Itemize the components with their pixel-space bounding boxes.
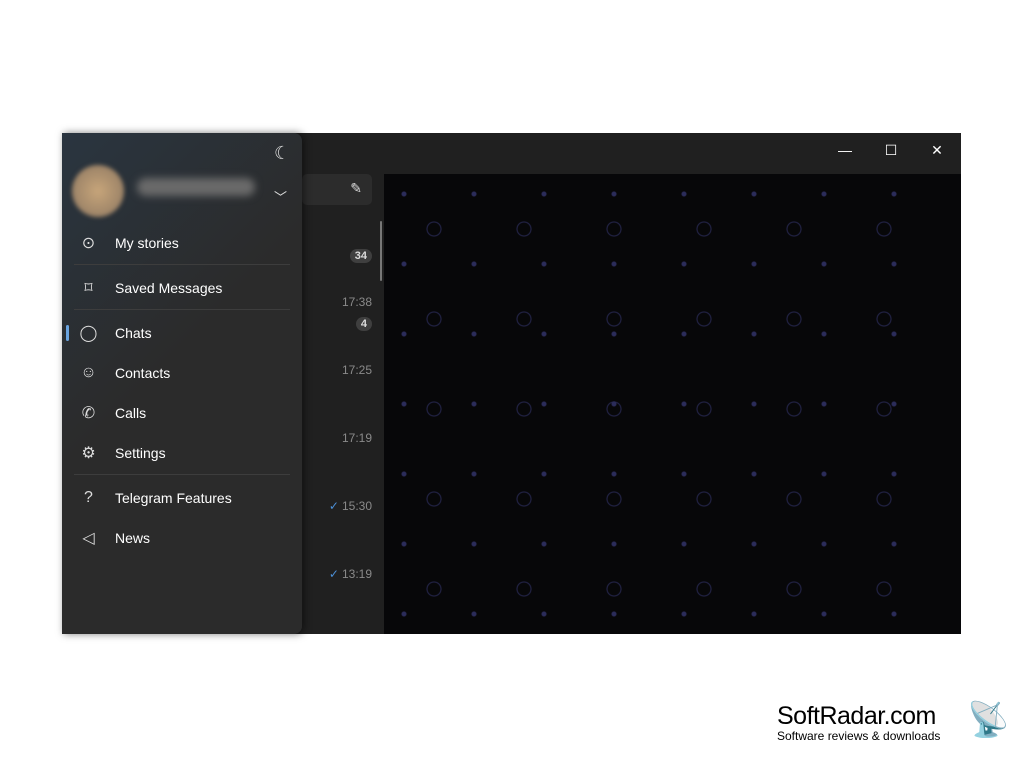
menu-item-chats[interactable]: ◯ Chats <box>62 313 302 353</box>
gear-icon: ⚙ <box>81 445 96 462</box>
divider <box>74 264 290 265</box>
account-name-blurred <box>137 178 255 196</box>
menu-item-label: Chats <box>115 325 152 341</box>
menu-item-calls[interactable]: ✆ Calls <box>62 393 302 433</box>
menu-item-label: Saved Messages <box>115 280 223 296</box>
menu-item-telegram-features[interactable]: ? Telegram Features <box>62 478 302 518</box>
contacts-icon: ☺ <box>80 364 97 381</box>
chevron-down-icon[interactable]: ﹀ <box>274 187 287 206</box>
minimize-button[interactable]: — <box>822 133 868 167</box>
phone-icon: ✆ <box>81 405 96 422</box>
unread-badge: 34 <box>349 249 372 263</box>
divider <box>74 309 290 310</box>
chat-background <box>384 174 961 634</box>
divider <box>74 474 290 475</box>
softradar-watermark: SoftRadar.com Software reviews & downloa… <box>777 701 1009 743</box>
unread-badge: 4 <box>355 317 372 331</box>
chats-icon: ◯ <box>79 325 98 342</box>
menu-item-my-stories[interactable]: ⊙ My stories <box>62 223 302 263</box>
megaphone-icon: ◁ <box>82 530 95 547</box>
menu-item-label: News <box>115 530 151 546</box>
menu-item-saved-messages[interactable]: ⌑ Saved Messages <box>62 268 302 308</box>
menu-item-label: My stories <box>115 235 179 251</box>
menu-item-settings[interactable]: ⚙ Settings <box>62 433 302 473</box>
read-check-icon: ✓ <box>328 499 339 513</box>
watermark-tagline: Software reviews & downloads <box>777 729 941 743</box>
chat-time-read: ✓ 15:30 <box>329 499 372 513</box>
menu-item-label: Calls <box>115 405 147 421</box>
menu-item-label: Settings <box>115 445 166 461</box>
side-menu: ☾ ﹀ ⊙ My stories ⌑ Saved Messages ◯ Chats ☺ Con… <box>62 133 302 634</box>
close-button[interactable]: ✕ <box>914 133 960 167</box>
menu-item-label: Contacts <box>115 365 171 381</box>
satellite-dish-icon: 📡 <box>967 701 1010 739</box>
maximize-button[interactable]: ☐ <box>868 133 914 167</box>
chat-time: 17:38 <box>341 295 372 309</box>
help-icon: ? <box>84 489 93 506</box>
avatar[interactable] <box>72 165 124 217</box>
bookmark-icon: ⌑ <box>84 280 93 297</box>
time-text: 15:30 <box>341 499 372 513</box>
chat-time: 17:19 <box>341 431 372 445</box>
chat-time: 17:25 <box>341 363 372 377</box>
menu-item-news[interactable]: ◁ News <box>62 518 302 558</box>
watermark-brand: SoftRadar.com <box>777 702 936 730</box>
active-indicator <box>66 325 69 341</box>
chat-time-read: ✓ 13:19 <box>329 567 372 581</box>
stories-icon: ⊙ <box>81 235 96 252</box>
menu-item-contacts[interactable]: ☺ Contacts <box>62 353 302 393</box>
night-mode-icon[interactable]: ☾ <box>274 143 290 164</box>
menu-item-label: Telegram Features <box>115 490 232 506</box>
compose-button[interactable]: ✎ <box>302 174 372 205</box>
compose-icon: ✎ <box>350 180 362 196</box>
time-text: 13:19 <box>341 567 372 581</box>
read-check-icon: ✓ <box>328 567 339 581</box>
scrollbar[interactable] <box>380 221 382 281</box>
